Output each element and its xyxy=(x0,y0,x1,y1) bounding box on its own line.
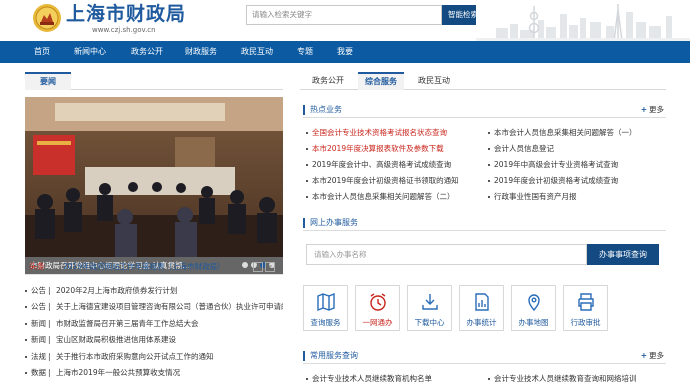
tab-important-news[interactable]: 要闻 xyxy=(25,72,71,90)
download-icon xyxy=(422,294,438,310)
clock-icon xyxy=(370,293,386,311)
hot-item[interactable]: 本市会计人员信息采集相关问题解答（二） xyxy=(306,190,455,204)
list-item[interactable]: 数据 | 上海市2019年一般公共预算收支情况 xyxy=(25,365,283,381)
news-category: 公告 xyxy=(31,302,46,312)
nav-item-finance-services[interactable]: 财政服务 xyxy=(185,41,217,63)
list-item[interactable]: 公告 | 关于上海德宜建设项目管理咨询有限公司（普通合伙）执业许可申请的公示 xyxy=(25,299,283,315)
hot-item[interactable]: 本市会计人员信息采集相关问题解答（一） xyxy=(488,126,637,140)
news-title[interactable]: 关于推行本市政府采购意向公开试点工作的通知 xyxy=(56,349,214,365)
news-title[interactable]: 市财政监督局召开第三届青年工作总结大会 xyxy=(56,316,199,332)
hot-item[interactable]: 本市2019年度会计初级资格证书领取的通知 xyxy=(306,174,459,188)
chart-doc-icon xyxy=(475,293,489,311)
tile-query-services[interactable]: 查询服务 xyxy=(303,285,348,331)
news-category: 公告 xyxy=(31,286,46,295)
tile-administrative-approval[interactable]: 行政审批 xyxy=(563,285,608,331)
nav-item-topics[interactable]: 专题 xyxy=(297,41,313,63)
printer-icon xyxy=(578,293,594,311)
tile-download-center[interactable]: 下载中心 xyxy=(407,285,452,331)
nav-item-i-want[interactable]: 我要 xyxy=(337,41,353,63)
hot-item[interactable]: 本市2019年度决算报表软件及参数下载 xyxy=(306,142,444,156)
tab-integrated-services[interactable]: 综合服务 xyxy=(358,72,404,90)
news-list: 公告 | 2020年2月上海市政府债券发行计划 公告 | 关于上海德宜建设项目管理咨询有… xyxy=(25,283,283,381)
site-url: www.czj.sh.gov.cn xyxy=(92,26,156,34)
news-category: 新闻 xyxy=(31,318,46,328)
list-item[interactable]: 新闻 | 市财政监督局召开第三届青年工作总结大会 xyxy=(25,316,283,332)
services-panel: 政务公开 综合服务 政民互动 热点业务 + 更多 全国会计专业技术资格考试报名状态… xyxy=(300,72,666,384)
tile-statistics[interactable]: 办事统计 xyxy=(459,285,504,331)
headline-row: 头条 2019年政府网站工作年度报表（上海市财政局） < > xyxy=(25,259,283,275)
list-item[interactable]: 新闻 | 宝山区财政局积极推进信用体系建设 xyxy=(25,332,283,348)
hot-item[interactable]: 全国会计专业技术资格考试报名状态查询 xyxy=(306,126,447,140)
headline-link[interactable]: 2019年政府网站工作年度报表（上海市财政局） xyxy=(63,259,225,275)
news-header: 要闻 xyxy=(25,72,283,90)
news-category: 数据 xyxy=(31,367,46,377)
search-input[interactable]: 请输入检索关键字 xyxy=(246,5,442,25)
hot-business-header: 热点业务 + 更多 xyxy=(303,102,666,118)
tab-open-government[interactable]: 政务公开 xyxy=(300,72,356,90)
news-panel: 要闻 市财政局召开党组中心组理论学习会 认真贯彻… 头条 2019年政府网站工作… xyxy=(25,72,283,384)
news-title[interactable]: 2020年2月上海市政府债券发行计划 xyxy=(56,283,177,299)
meeting-photo[interactable] xyxy=(25,97,283,257)
hot-item[interactable]: 2019年度会计中、高级资格考试成绩查询 xyxy=(306,158,451,172)
hot-item[interactable]: 行政事业性国有资产月报 xyxy=(488,190,577,204)
next-arrow-icon[interactable]: > xyxy=(265,262,275,272)
tile-one-network[interactable]: 一网通办 xyxy=(355,285,400,331)
nav-item-home[interactable]: 首页 xyxy=(34,41,50,63)
headline-label: 头条 xyxy=(29,262,45,271)
hot-item[interactable]: 2019年度会计初级资格考试成绩查询 xyxy=(488,174,618,188)
common-services-header: 常用服务查询 + 更多 xyxy=(303,348,666,364)
news-title[interactable]: 上海市2019年一般公共预算收支情况 xyxy=(56,365,180,381)
common-services-title: 常用服务查询 xyxy=(310,351,358,360)
prev-arrow-icon[interactable]: < xyxy=(253,262,263,272)
plus-icon: + xyxy=(640,351,647,360)
nav-item-news-center[interactable]: 新闻中心 xyxy=(74,41,106,63)
tile-service-map[interactable]: 办事地图 xyxy=(511,285,556,331)
list-item[interactable]: 法规 | 关于推行本市政府采购意向公开试点工作的通知 xyxy=(25,349,283,365)
skyline-illustration xyxy=(476,0,690,41)
online-services-header: 网上办事服务 xyxy=(303,215,666,231)
map-icon xyxy=(317,292,335,312)
service-search-button[interactable]: 办事事项查询 xyxy=(587,244,659,265)
services-tabs: 政务公开 综合服务 政民互动 xyxy=(300,72,666,90)
location-icon xyxy=(528,294,540,312)
more-link[interactable]: + 更多 xyxy=(641,348,664,363)
plus-icon: + xyxy=(640,105,647,114)
nav-item-interaction[interactable]: 政民互动 xyxy=(241,41,273,63)
nav-item-open-government[interactable]: 政务公开 xyxy=(131,41,163,63)
news-category: 新闻 xyxy=(31,335,46,345)
news-category: 法规 xyxy=(31,351,46,361)
tab-interaction[interactable]: 政民互动 xyxy=(406,72,462,90)
main-nav: 首页 新闻中心 政务公开 财政服务 政民互动 专题 我要 xyxy=(0,41,690,63)
site-title[interactable]: 上海市财政局 xyxy=(66,3,186,25)
more-link[interactable]: + 更多 xyxy=(641,102,664,117)
hot-business-title: 热点业务 xyxy=(310,105,342,114)
headline-arrows: < > xyxy=(251,261,277,272)
news-title[interactable]: 宝山区财政局积极推进信用体系建设 xyxy=(56,332,176,348)
news-title[interactable]: 关于上海德宜建设项目管理咨询有限公司（普通合伙）执业许可申请的公示 xyxy=(56,299,283,315)
header: 上海市财政局 www.czj.sh.gov.cn 请输入检索关键字 智能检索 xyxy=(0,0,690,41)
list-item[interactable]: 公告 | 2020年2月上海市政府债券发行计划 xyxy=(25,283,283,299)
online-services-title: 网上办事服务 xyxy=(310,218,358,227)
hot-item[interactable]: 2019年中高级会计专业资格考试查询 xyxy=(488,158,618,172)
service-search-input[interactable]: 请输入办事名称 xyxy=(306,244,587,265)
logo-emblem-icon[interactable] xyxy=(32,3,62,33)
hot-item[interactable]: 会计人员信息登记 xyxy=(488,142,554,156)
